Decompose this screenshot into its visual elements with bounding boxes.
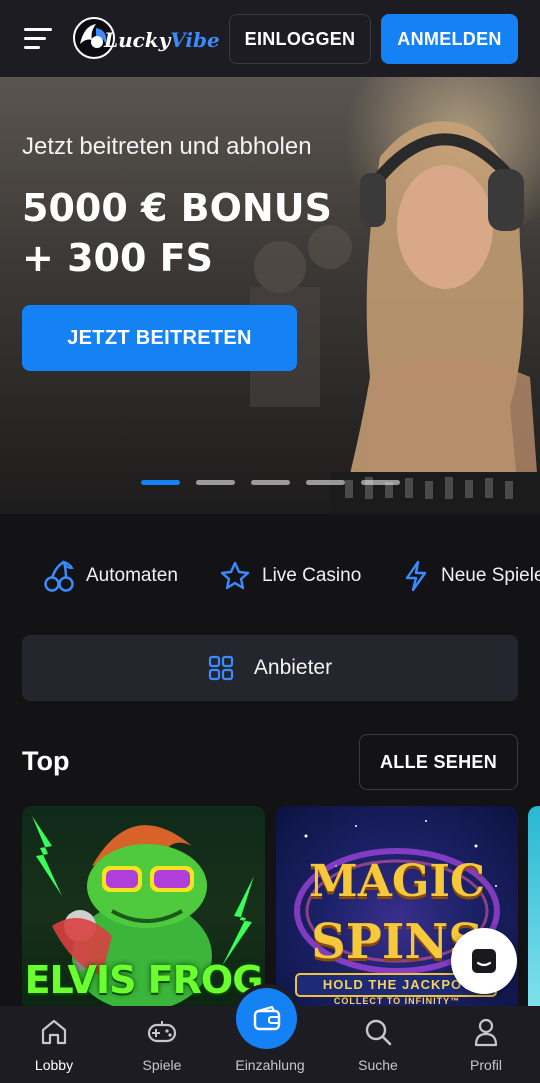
game-title: ELVIS FROG (24, 958, 264, 1002)
nav-label: Suche (358, 1057, 398, 1073)
carousel-indicators (141, 480, 400, 485)
search-icon (365, 1019, 392, 1046)
hero-title-line2: + 300 FS (22, 236, 213, 280)
game-tile-partial[interactable] (528, 806, 540, 1016)
deposit-button[interactable] (236, 988, 297, 1049)
hero-subtitle: Jetzt beitreten und abholen (22, 133, 312, 160)
category-row: Automaten Live Casino Neue Spiele (0, 548, 540, 604)
nav-label: Profil (470, 1057, 502, 1073)
carousel-dot[interactable] (306, 480, 345, 485)
nav-profil[interactable]: Profil (432, 1006, 540, 1083)
category-label: Neue Spiele (441, 565, 540, 586)
providers-button[interactable]: Anbieter (22, 635, 518, 701)
nav-label: Einzahlung (235, 1057, 305, 1073)
hero-banner[interactable]: Jetzt beitreten und abholen 5000 € BONUS… (0, 77, 540, 514)
login-button[interactable]: EINLOGGEN (229, 14, 371, 64)
join-now-button[interactable]: JETZT BEITRETEN (22, 305, 297, 371)
nav-label: Spiele (142, 1057, 182, 1073)
category-neue-spiele[interactable]: Neue Spiele (403, 558, 540, 594)
nav-lobby[interactable]: Lobby (0, 1006, 108, 1083)
live-chat-button[interactable] (451, 928, 517, 994)
lightning-icon (405, 560, 427, 592)
wallet-icon (253, 1005, 280, 1030)
star-icon (220, 561, 250, 590)
chat-icon (472, 949, 496, 973)
game-tile-elvis-frog[interactable]: ELVIS FROG (22, 806, 265, 1016)
hamburger-menu-icon[interactable] (24, 28, 52, 50)
gamepad-icon (147, 1021, 177, 1043)
game-title-line1: MAGIC (308, 856, 486, 907)
category-live-casino[interactable]: Live Casino (220, 558, 361, 594)
cherries-icon (44, 560, 74, 592)
hero-title-line1: 5000 € BONUS (22, 186, 332, 230)
grid-icon (208, 655, 233, 681)
category-automaten[interactable]: Automaten (44, 558, 178, 594)
carousel-dot[interactable] (196, 480, 235, 485)
register-button[interactable]: ANMELDEN (381, 14, 518, 64)
hero-title: 5000 € BONUS + 300 FS (22, 183, 362, 283)
lucky-vibe-logo[interactable]: LuckyVibe (70, 14, 220, 62)
game-subline: COLLECT TO INFINITY™ (333, 996, 461, 1006)
see-all-button[interactable]: ALLE SEHEN (359, 734, 518, 790)
carousel-dot[interactable] (361, 480, 400, 485)
carousel-dot[interactable] (251, 480, 290, 485)
category-label: Live Casino (262, 565, 362, 586)
user-icon (474, 1018, 498, 1047)
carousel-dot[interactable] (141, 480, 180, 485)
providers-label: Anbieter (253, 656, 333, 679)
top-header: LuckyVibe EINLOGGEN ANMELDEN (0, 0, 540, 77)
nav-spiele[interactable]: Spiele (108, 1006, 216, 1083)
nav-label: Lobby (34, 1057, 74, 1073)
section-title-top: Top (22, 746, 70, 776)
category-label: Automaten (86, 565, 178, 586)
nav-suche[interactable]: Suche (324, 1006, 432, 1083)
home-icon (41, 1019, 67, 1045)
